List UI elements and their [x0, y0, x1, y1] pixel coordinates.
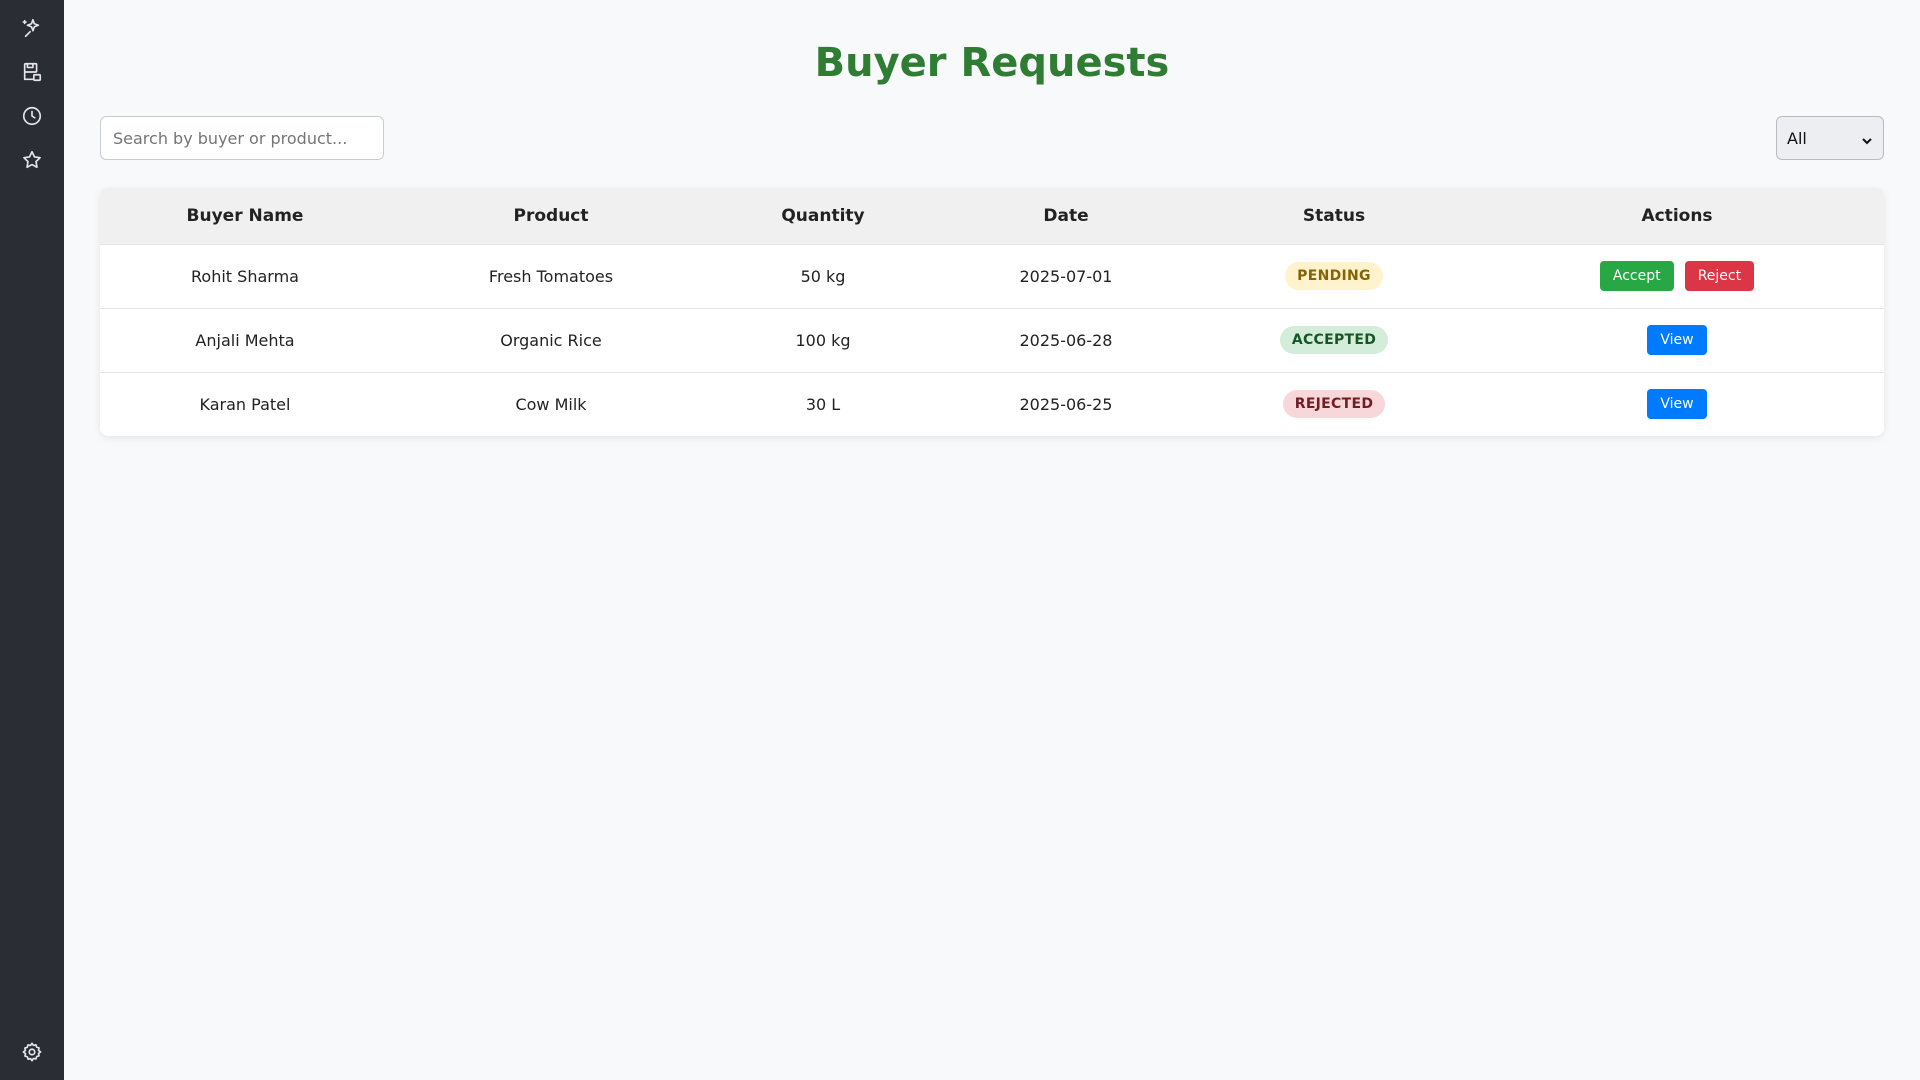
cell-date: 2025-07-01	[1019, 266, 1113, 286]
status-filter-value: All	[1787, 128, 1807, 148]
cell-buyer-name: Karan Patel	[199, 394, 291, 414]
gear-icon[interactable]	[20, 1040, 44, 1064]
search-input[interactable]	[100, 116, 384, 160]
cell-product: Cow Milk	[515, 394, 587, 414]
cell-status: PENDING	[1198, 244, 1470, 308]
cell-quantity: 30 L	[805, 394, 841, 414]
chevron-down-icon	[1861, 132, 1873, 145]
cell-buyer-name: Anjali Mehta	[195, 330, 295, 350]
cell-date: 2025-06-25	[1019, 394, 1113, 414]
header-status: Status	[1302, 205, 1366, 226]
header-product: Product	[513, 205, 589, 226]
table-row: Karan Patel Cow Milk 30 L 2025-06-25 REJ…	[100, 372, 1884, 436]
table-header-row: Buyer Name Product Quantity Date Status …	[100, 188, 1884, 244]
clock-icon[interactable]	[20, 104, 44, 128]
reject-button[interactable]: Reject	[1684, 261, 1755, 291]
cell-quantity: 100 kg	[795, 330, 851, 350]
cell-actions: Accept Reject	[1470, 244, 1884, 308]
star-icon[interactable]	[20, 148, 44, 172]
accept-button[interactable]: Accept	[1599, 261, 1674, 291]
database-save-icon[interactable]	[20, 60, 44, 84]
view-button[interactable]: View	[1647, 389, 1707, 420]
table-row: Anjali Mehta Organic Rice 100 kg 2025-06…	[100, 308, 1884, 372]
view-button[interactable]: View	[1647, 325, 1707, 355]
main-content: Buyer Requests All Buyer Name Product Qu…	[64, 0, 1920, 1080]
cell-product: Fresh Tomatoes	[488, 266, 614, 286]
header-date: Date	[1043, 205, 1089, 226]
requests-table: Buyer Name Product Quantity Date Status …	[100, 188, 1884, 436]
sidebar	[0, 0, 64, 1080]
cell-status: REJECTED	[1198, 372, 1470, 436]
sparkle-icon[interactable]	[20, 16, 44, 40]
header-quantity: Quantity	[781, 205, 865, 226]
status-badge: REJECTED	[1282, 390, 1386, 419]
page-title: Buyer Requests	[814, 40, 1170, 86]
status-badge: ACCEPTED	[1279, 326, 1389, 354]
cell-product: Organic Rice	[500, 330, 602, 350]
cell-actions: View	[1470, 308, 1884, 372]
table-row: Rohit Sharma Fresh Tomatoes 50 kg 2025-0…	[100, 244, 1884, 308]
cell-actions: View	[1470, 372, 1884, 436]
header-actions: Actions	[1641, 205, 1713, 226]
status-badge: PENDING	[1285, 262, 1383, 290]
cell-buyer-name: Rohit Sharma	[191, 266, 299, 286]
cell-date: 2025-06-28	[1019, 330, 1113, 350]
cell-quantity: 50 kg	[800, 266, 846, 286]
cell-status: ACCEPTED	[1198, 308, 1470, 372]
status-filter-select[interactable]: All	[1776, 116, 1884, 160]
header-buyer-name: Buyer Name	[186, 205, 304, 226]
